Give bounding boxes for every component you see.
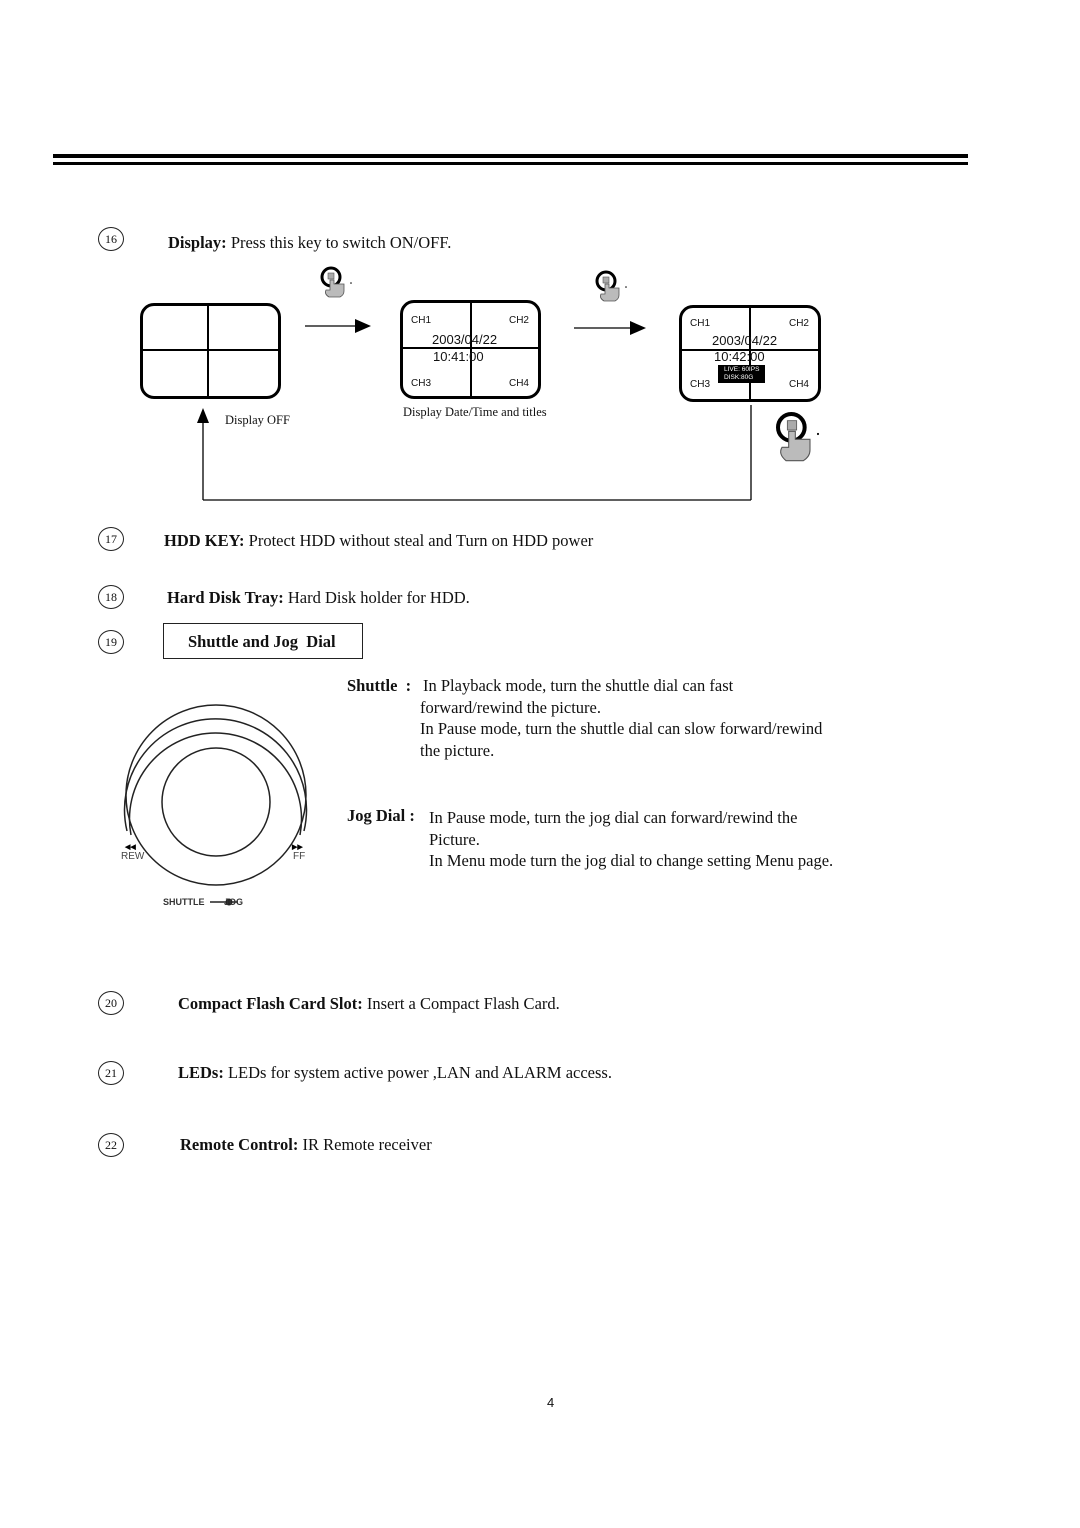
header-rule-top	[53, 154, 968, 158]
rew-icon: ◀◀	[124, 844, 136, 851]
hand-press-icon	[595, 270, 627, 302]
channel-label-ch4: CH4	[508, 378, 529, 389]
shuttle-jog-heading-box: Shuttle and Jog Dial	[163, 623, 363, 659]
channel-label-ch1: CH1	[411, 315, 432, 326]
item-22-label: Remote Control:	[180, 1135, 299, 1154]
rew-label: REW	[121, 851, 145, 862]
item-number-21: 21	[98, 1061, 124, 1085]
item-17-text: HDD KEY: Protect HDD without steal and T…	[164, 531, 593, 551]
osd-live-rate: LIVE: 60IPS	[724, 366, 760, 373]
jog-desc-line: Picture.	[429, 829, 480, 849]
item-number-18: 18	[98, 585, 124, 609]
jog-desc-label: Jog Dial :	[347, 806, 415, 825]
shuttle-desc-line: the picture.	[420, 740, 495, 760]
jog-desc-line: In Menu mode turn the jog dial to change…	[429, 851, 834, 870]
item-number-17: 17	[98, 527, 124, 551]
item-number-20: 20	[98, 991, 124, 1015]
hand-press-icon	[320, 266, 352, 298]
screen2-date: 2003/04/22	[432, 332, 498, 347]
item-20-text: Compact Flash Card Slot: Insert a Compac…	[178, 994, 560, 1014]
item-number-19: 19	[98, 630, 124, 654]
page-number: 4	[547, 1395, 555, 1410]
shuttle-jog-dial-figure: ◀◀ ▶▶	[123, 704, 308, 906]
channel-label-ch4: CH4	[788, 379, 809, 390]
item-16-desc: Press this key to switch ON/OFF.	[226, 233, 452, 252]
osd-disk-size: DISK:80G	[724, 374, 754, 381]
item-21-text: LEDs: LEDs for system active power ,LAN …	[178, 1063, 612, 1083]
channel-label-ch2: CH2	[788, 318, 809, 329]
arrow-right-icon	[574, 321, 646, 335]
ff-label: FF	[293, 851, 306, 862]
screen2-time: 10:41:00	[433, 349, 484, 364]
channel-label-ch3: CH3	[411, 378, 432, 389]
jog-desc-lines: In Pause mode, turn the jog dial can for…	[429, 807, 833, 872]
item-16-text: Display: Press this key to switch ON/OFF…	[168, 233, 451, 253]
jog-desc-line: In Pause mode, turn the jog dial can for…	[429, 808, 798, 827]
hand-press-icon	[776, 412, 820, 462]
item-18-label: Hard Disk Tray:	[167, 588, 284, 607]
item-21-label: LEDs:	[178, 1063, 224, 1082]
osd-status-box: LIVE: 60IPS DISK:80G	[718, 365, 766, 383]
shuttle-label: SHUTTLE	[163, 897, 205, 907]
screen-display-datetime: CH1 CH2 CH3 CH4 2003/04/22 10:41:00	[400, 300, 541, 399]
item-17-desc: Protect HDD without steal and Turn on HD…	[244, 531, 594, 550]
channel-label-ch2: CH2	[508, 315, 529, 326]
screen3-date: 2003/04/22	[712, 333, 778, 348]
item-22-text: Remote Control: IR Remote receiver	[180, 1135, 432, 1155]
shuttle-jog-heading: Shuttle and Jog Dial	[188, 632, 336, 651]
item-22-desc: IR Remote receiver	[298, 1135, 432, 1154]
shuttle-desc-line: forward/rewind the picture.	[420, 697, 601, 717]
item-20-label: Compact Flash Card Slot:	[178, 994, 363, 1013]
item-number-16: 16	[98, 227, 124, 251]
item-number-22: 22	[98, 1133, 124, 1157]
item-20-desc: Insert a Compact Flash Card.	[362, 994, 560, 1013]
shuttle-desc-label: Shuttle :	[347, 676, 412, 695]
channel-label-ch1: CH1	[690, 318, 711, 329]
item-21-desc: LEDs for system active power ,LAN and AL…	[223, 1063, 612, 1082]
ff-icon: ▶▶	[291, 844, 303, 851]
jog-label: JOG	[224, 897, 244, 907]
item-18-desc: Hard Disk holder for HDD.	[283, 588, 470, 607]
header-rule-bottom	[53, 162, 968, 165]
screen-display-status: CH1 CH2 CH3 CH4 2003/04/22 10:42:00 LIVE…	[679, 305, 821, 402]
shuttle-desc-lines: In Playback mode, turn the shuttle dial …	[420, 675, 822, 761]
caption-display-off: Display OFF	[225, 413, 290, 427]
screen3-time: 10:42:00	[714, 349, 765, 364]
shuttle-desc-line: In Playback mode, turn the shuttle dial …	[423, 676, 734, 695]
item-16-label: Display:	[168, 233, 227, 252]
channel-label-ch3: CH3	[690, 379, 711, 390]
screen-display-off	[140, 303, 281, 399]
item-17-label: HDD KEY:	[164, 531, 245, 550]
arrow-right-icon	[305, 319, 371, 333]
item-18-text: Hard Disk Tray: Hard Disk holder for HDD…	[167, 588, 470, 608]
shuttle-desc-line: In Pause mode, turn the shuttle dial can…	[420, 719, 823, 738]
